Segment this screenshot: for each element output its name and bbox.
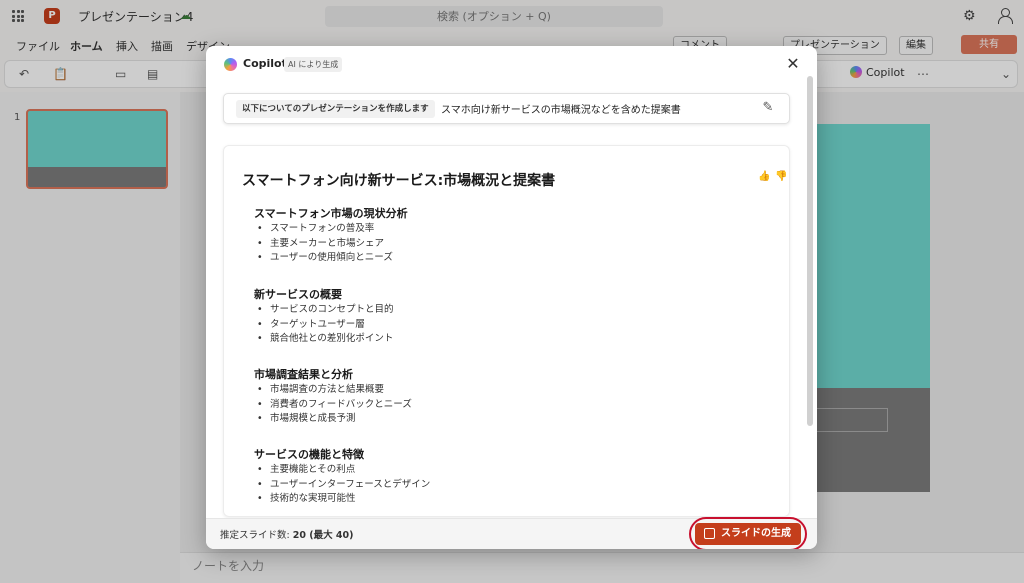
section-heading: スマートフォン市場の現状分析 [254,207,408,220]
dialog-title: Copilot [243,57,287,70]
section-heading: 市場調査結果と分析 [254,368,353,381]
prompt-box: 以下についてのプレゼンテーションを作成します スマホ向け新サービスの市場概況など… [223,93,790,124]
scrollbar[interactable] [807,76,813,426]
copilot-icon [224,58,237,71]
list-item: 技術的な実現可能性 [254,492,430,507]
thumbs-up-icon[interactable]: 👍 [758,171,770,182]
edit-pencil-icon[interactable]: ✎ [760,100,776,116]
estimated-slide-count: 推定スライド数: 20 (最大 40) [220,527,353,541]
copilot-dialog: Copilot AI により生成 ✕ 以下についてのプレゼンテーションを作成しま… [206,46,817,549]
list-item: 消費者のフィードバックとニーズ [254,398,412,413]
ai-generated-badge: AI により生成 [284,57,343,72]
prompt-label: 以下についてのプレゼンテーションを作成します [236,100,435,118]
list-item: ユーザーの使用傾向とニーズ [254,251,408,266]
slide-count-value: 20 (最大 40) [292,530,354,541]
section-heading: 新サービスの概要 [254,288,342,301]
slide-count-label: 推定スライド数: [220,530,293,541]
dialog-footer: 推定スライド数: 20 (最大 40) スライドの生成 [206,517,817,549]
outline-title: スマートフォン向け新サービス:市場概況と提案書 [242,173,556,189]
list-item: 市場規模と成長予測 [254,412,412,427]
list-item: ターゲットユーザー層 [254,318,394,333]
list-item: 市場調査の方法と結果概要 [254,383,412,398]
generate-slides-button[interactable]: スライドの生成 [695,523,801,545]
close-icon[interactable]: ✕ [784,55,802,73]
list-item: 主要機能とその利点 [254,463,430,478]
list-item: サービスのコンセプトと目的 [254,303,394,318]
outline-section: スマートフォン市場の現状分析 スマートフォンの普及率 主要メーカーと市場シェア … [254,205,408,266]
outline-section: 新サービスの概要 サービスのコンセプトと目的 ターゲットユーザー層 競合他社との… [254,286,394,347]
thumbs-down-icon[interactable]: 👎 [775,171,787,182]
prompt-text: スマホ向け新サービスの市場概況などを含めた提案書 [441,105,681,116]
generate-slides-label: スライドの生成 [721,528,791,539]
section-heading: サービスの機能と特徴 [254,448,364,461]
generate-icon [704,528,715,539]
outline-section: サービスの機能と特徴 主要機能とその利点 ユーザーインターフェースとデザイン 技… [254,446,430,507]
outline-card: スマートフォン向け新サービス:市場概況と提案書 👍 👎 スマートフォン市場の現状… [223,145,790,517]
list-item: 競合他社との差別化ポイント [254,332,394,347]
list-item: スマートフォンの普及率 [254,222,408,237]
outline-section: 市場調査結果と分析 市場調査の方法と結果概要 消費者のフィードバックとニーズ 市… [254,366,412,427]
list-item: 主要メーカーと市場シェア [254,237,408,252]
list-item: ユーザーインターフェースとデザイン [254,478,430,493]
